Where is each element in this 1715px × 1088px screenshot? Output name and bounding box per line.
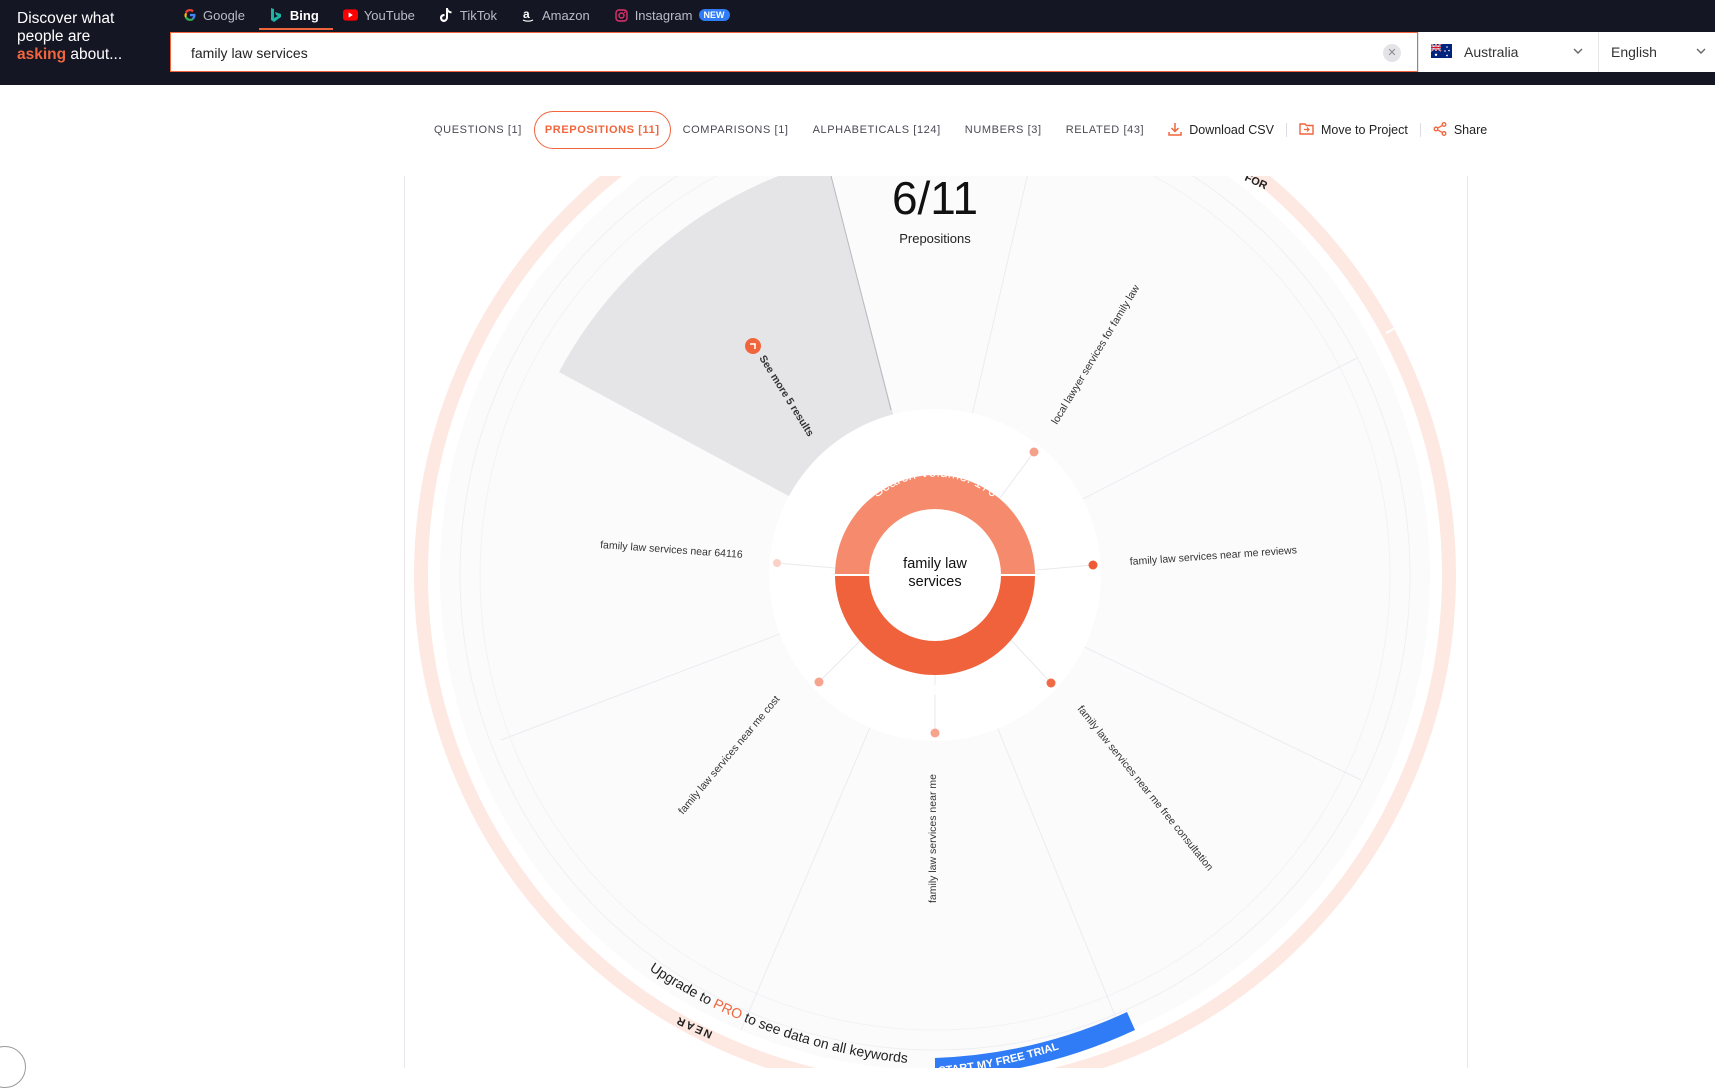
bing-icon (269, 8, 284, 23)
chevron-down-icon (1572, 44, 1584, 60)
keyword-label[interactable]: family law services near me (927, 774, 939, 903)
amazon-icon: a (521, 8, 536, 23)
brand-line-3-rest: about... (66, 46, 123, 63)
engine-label-google: Google (203, 7, 245, 23)
australia-flag-icon (1430, 42, 1464, 61)
engine-label-tiktok: TikTok (459, 7, 497, 23)
tab-questions[interactable]: QUESTIONS [1] (422, 112, 534, 148)
language-label: English (1611, 44, 1657, 60)
center-keyword-line-1: family law (903, 556, 967, 572)
keyword-dot[interactable] (773, 559, 781, 567)
counter-label: Prepositions (899, 231, 971, 246)
engine-tab-bing[interactable]: Bing (258, 0, 333, 30)
chevron-down-icon (1695, 44, 1707, 60)
keyword-dot[interactable] (1046, 678, 1056, 688)
country-label: Australia (1464, 44, 1519, 60)
share-button[interactable]: Share (1421, 121, 1499, 139)
tab-prepositions[interactable]: PREPOSITIONS [11] (533, 111, 671, 149)
folder-icon (1299, 122, 1314, 138)
move-to-project-button[interactable]: Move to Project (1287, 122, 1420, 138)
engine-tab-google[interactable]: Google (172, 0, 259, 30)
download-icon (1168, 122, 1182, 139)
engine-label-bing: Bing (289, 7, 319, 23)
close-icon[interactable]: ✕ (1383, 44, 1401, 62)
brand-line-3: asking about... (17, 46, 157, 64)
download-csv-button[interactable]: Download CSV (1156, 122, 1286, 139)
tab-comparisons[interactable]: COMPARISONS [1] (671, 112, 801, 148)
engine-label-instagram: Instagram (634, 7, 693, 23)
instagram-icon (614, 8, 629, 23)
keyword-dot[interactable] (1029, 447, 1039, 457)
search-input[interactable] (189, 33, 1343, 73)
share-label: Share (1453, 123, 1488, 137)
share-icon (1433, 121, 1447, 139)
engine-tab-tiktok[interactable]: TikTok (429, 0, 511, 30)
engine-label-amazon: Amazon (541, 7, 590, 23)
engine-tab-youtube[interactable]: YouTube (333, 0, 429, 30)
search-engine-tabs: Google Bing YouTube TikTok a Amazon Inst… (172, 0, 744, 30)
brand-highlight: asking (17, 46, 67, 63)
youtube-icon (342, 8, 358, 23)
arrow-icon (745, 338, 761, 354)
engine-tab-instagram[interactable]: Instagram NEW (604, 0, 744, 30)
tab-numbers[interactable]: NUMBERS [3] (953, 112, 1054, 148)
top-bar: Discover what people are asking about...… (0, 0, 1715, 85)
result-counter: 6/11 (892, 176, 978, 224)
tiktok-icon (439, 8, 454, 23)
country-select[interactable]: Australia (1418, 32, 1598, 72)
brand-line-2: people are (17, 28, 91, 45)
engine-tab-amazon[interactable]: a Amazon (511, 0, 604, 30)
download-csv-label: Download CSV (1189, 123, 1274, 137)
keyword-dot[interactable] (814, 677, 824, 687)
prepositions-wheel: Search Volume: 170 Cost Per Click: $15.7… (404, 176, 1468, 1068)
svg-text:a: a (523, 8, 530, 21)
tab-related[interactable]: RELATED [43] (1054, 112, 1157, 148)
keyword-dot[interactable] (930, 728, 940, 738)
keyword-dot[interactable] (1088, 560, 1098, 570)
result-type-tabs: QUESTIONS [1] PREPOSITIONS [11] COMPARIS… (422, 111, 1499, 149)
move-to-project-label: Move to Project (1320, 123, 1408, 137)
see-more-button[interactable] (745, 338, 761, 354)
tab-alphabeticals[interactable]: ALPHABETICALS [124] (801, 112, 953, 148)
help-widget[interactable] (0, 1046, 26, 1088)
language-select[interactable]: English (1598, 32, 1715, 72)
new-badge: NEW (698, 9, 730, 21)
brand-tagline[interactable]: Discover what people are asking about... (17, 10, 157, 64)
google-icon (182, 8, 197, 23)
search-bar: ✕ (170, 32, 1418, 73)
center-keyword-line-2: services (908, 574, 961, 590)
engine-label-youtube: YouTube (363, 7, 415, 23)
group-label-for: FOR (1243, 176, 1269, 192)
brand-line-1: Discover what (17, 10, 115, 27)
